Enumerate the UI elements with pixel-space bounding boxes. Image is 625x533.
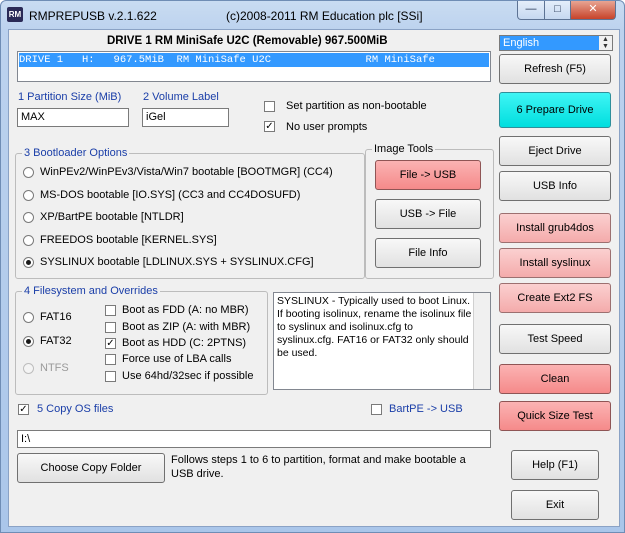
exit-button[interactable]: Exit [511, 490, 599, 520]
boot-fdd-label: Boot as FDD (A: no MBR) [122, 304, 249, 316]
maximize-button[interactable]: □ [544, 1, 571, 20]
drive-list[interactable]: DRIVE 1 H: 967.5MiB RM MiniSafe U2C RM M… [17, 51, 491, 82]
copy-path-input[interactable]: I:\ [17, 430, 491, 448]
usb-to-file-button[interactable]: USB -> File [375, 199, 481, 229]
language-value: English [503, 37, 540, 49]
bootloader-radio-syslinux[interactable] [23, 257, 34, 268]
file-to-usb-button[interactable]: File -> USB [375, 160, 481, 190]
quick-size-test-button[interactable]: Quick Size Test [499, 401, 611, 431]
ntfs-label: NTFS [40, 362, 69, 374]
app-window: RM RMPREPUSB v.2.1.622 (c)2008-2011 RM E… [0, 0, 625, 533]
language-spinner-icon[interactable]: ▲ ▼ [599, 36, 612, 50]
partition-size-input[interactable]: MAX [17, 108, 129, 127]
minimize-button[interactable]: — [517, 1, 545, 20]
copy-os-checkbox[interactable]: ✓ [18, 404, 29, 415]
info-memo[interactable]: SYSLINUX - Typically used to boot Linux.… [273, 292, 491, 390]
close-button[interactable]: ✕ [570, 1, 616, 20]
bootloader-option-syslinux: SYSLINUX bootable [LDLINUX.SYS + SYSLINU… [40, 256, 314, 268]
volume-label-input[interactable]: iGel [142, 108, 229, 127]
drive-header: DRIVE 1 RM MiniSafe U2C (Removable) 967.… [107, 35, 388, 47]
drive-list-item[interactable]: DRIVE 1 H: 967.5MiB RM MiniSafe U2C RM M… [19, 53, 489, 67]
fat16-label: FAT16 [40, 311, 72, 323]
fat32-radio[interactable] [23, 336, 34, 347]
bartpe-label: BartPE -> USB [389, 403, 463, 415]
steps-hint: Follows steps 1 to 6 to partition, forma… [171, 454, 466, 480]
boot-zip-label: Boot as ZIP (A: with MBR) [122, 321, 251, 333]
copyright-text: (c)2008-2011 RM Education plc [SSi] [226, 9, 423, 23]
bootloader-option-msdos: MS-DOS bootable [IO.SYS] (CC3 and CC4DOS… [40, 189, 301, 201]
volume-label-label: 2 Volume Label [143, 91, 219, 103]
no-prompts-checkbox[interactable]: ✓ [264, 121, 275, 132]
bootloader-radio-bootmgr[interactable] [23, 167, 34, 178]
create-ext2-button[interactable]: Create Ext2 FS [499, 283, 611, 313]
image-tools-title: Image Tools [372, 143, 436, 155]
boot-zip-checkbox[interactable] [105, 322, 116, 333]
bootloader-option-freedos: FREEDOS bootable [KERNEL.SYS] [40, 234, 217, 246]
bootloader-radio-msdos[interactable] [23, 190, 34, 201]
memo-scrollbar[interactable] [473, 293, 490, 389]
install-grub4dos-button[interactable]: Install grub4dos [499, 213, 611, 243]
app-title: RMPREPUSB v.2.1.622 [29, 9, 157, 23]
boot-fdd-checkbox[interactable] [105, 305, 116, 316]
language-select[interactable]: English ▲ ▼ [499, 35, 613, 51]
fat16-radio[interactable] [23, 312, 34, 323]
partition-size-label: 1 Partition Size (MiB) [18, 91, 122, 103]
app-icon: RM [7, 7, 23, 22]
bootloader-radio-freedos[interactable] [23, 235, 34, 246]
usb-info-button[interactable]: USB Info [499, 171, 611, 201]
bootloader-radio-ntldr[interactable] [23, 212, 34, 223]
use-64hd-checkbox[interactable] [105, 371, 116, 382]
boot-hdd-label: Boot as HDD (C: 2PTNS) [122, 337, 247, 349]
test-speed-button[interactable]: Test Speed [499, 324, 611, 354]
client-area: DRIVE 1 RM MiniSafe U2C (Removable) 967.… [8, 29, 620, 527]
eject-drive-button[interactable]: Eject Drive [499, 136, 611, 166]
use-64hd-label: Use 64hd/32sec if possible [122, 370, 254, 382]
help-button[interactable]: Help (F1) [511, 450, 599, 480]
choose-copy-folder-button[interactable]: Choose Copy Folder [17, 453, 165, 483]
non-bootable-label: Set partition as non-bootable [286, 100, 427, 112]
filesystem-title: 4 Filesystem and Overrides [22, 285, 160, 297]
file-info-button[interactable]: File Info [375, 238, 481, 268]
fat32-label: FAT32 [40, 335, 72, 347]
force-lba-label: Force use of LBA calls [122, 353, 232, 365]
refresh-button[interactable]: Refresh (F5) [499, 54, 611, 84]
non-bootable-checkbox[interactable] [264, 101, 275, 112]
info-text: SYSLINUX - Typically used to boot Linux.… [277, 295, 472, 359]
bartpe-checkbox[interactable] [371, 404, 382, 415]
copy-os-label: 5 Copy OS files [37, 403, 114, 415]
bootloader-title: 3 Bootloader Options [22, 147, 130, 159]
clean-button[interactable]: Clean [499, 364, 611, 394]
prepare-drive-button[interactable]: 6 Prepare Drive [499, 92, 611, 128]
ntfs-radio[interactable] [23, 363, 34, 374]
bootloader-option-ntldr: XP/BartPE bootable [NTLDR] [40, 211, 184, 223]
bootloader-option-bootmgr: WinPEv2/WinPEv3/Vista/Win7 bootable [BOO… [40, 166, 333, 178]
no-prompts-label: No user prompts [286, 121, 368, 133]
force-lba-checkbox[interactable] [105, 354, 116, 365]
title-bar[interactable]: RM RMPREPUSB v.2.1.622 (c)2008-2011 RM E… [1, 1, 624, 29]
install-syslinux-button[interactable]: Install syslinux [499, 248, 611, 278]
boot-hdd-checkbox[interactable]: ✓ [105, 338, 116, 349]
